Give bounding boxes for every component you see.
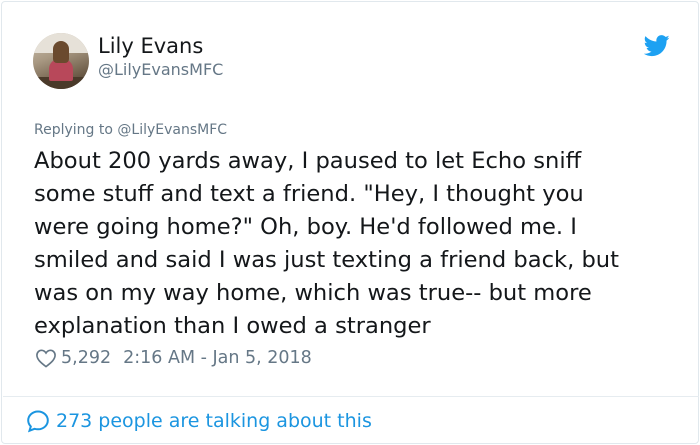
avatar[interactable] bbox=[33, 33, 89, 89]
replying-to-mention[interactable]: @LilyEvansMFC bbox=[117, 122, 227, 138]
tweet-text-line: was on my way home, which was true-- but… bbox=[34, 280, 592, 306]
conversation-link-label: 273 people are talking about this bbox=[56, 410, 372, 432]
divider bbox=[3, 396, 699, 397]
tweet-text: About 200 yards away, I paused to let Ec… bbox=[34, 145, 674, 343]
tweet-text-line: were going home?" Oh, boy. He'd followed… bbox=[34, 214, 577, 240]
tweet-timestamp[interactable]: 2:16 AM - Jan 5, 2018 bbox=[123, 348, 312, 368]
tweet-text-line: smiled and said I was just texting a fri… bbox=[34, 247, 619, 273]
like-count[interactable]: 5,292 bbox=[61, 348, 111, 368]
tweet-text-line: some stuff and text a friend. "Hey, I th… bbox=[34, 181, 584, 207]
tweet-card: Lily Evans @LilyEvansMFC Replying to @Li… bbox=[1, 1, 699, 444]
user-handle[interactable]: @LilyEvansMFC bbox=[98, 60, 223, 79]
avatar-figure-head bbox=[53, 41, 69, 63]
heart-icon[interactable] bbox=[35, 348, 57, 368]
tweet-text-line: About 200 yards away, I paused to let Ec… bbox=[34, 148, 582, 174]
replying-to-prefix: Replying to bbox=[34, 122, 118, 138]
comment-bubble-icon bbox=[27, 410, 49, 433]
tweet-meta: 5,292 2:16 AM - Jan 5, 2018 bbox=[35, 346, 312, 370]
user-name[interactable]: Lily Evans bbox=[98, 34, 203, 58]
twitter-bird-icon[interactable] bbox=[644, 35, 670, 57]
tweet-text-line: explanation than I owed a stranger bbox=[34, 313, 431, 339]
conversation-link[interactable]: 273 people are talking about this bbox=[26, 407, 372, 435]
replying-to: Replying to @LilyEvansMFC bbox=[34, 122, 227, 138]
